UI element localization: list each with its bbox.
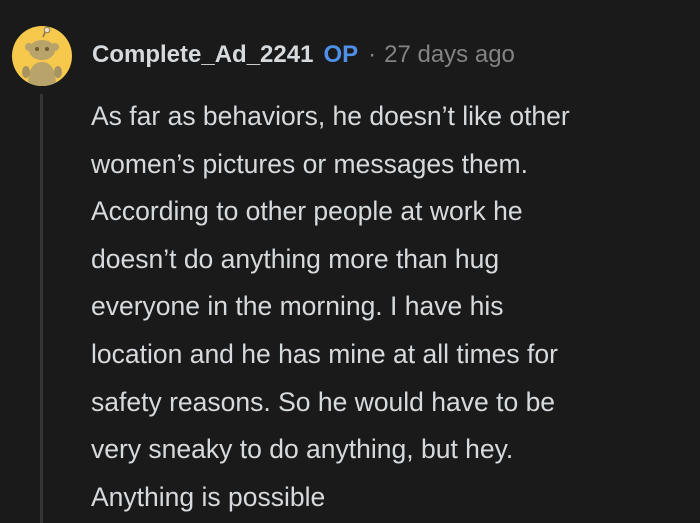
author-username[interactable]: Complete_Ad_2241 [92, 41, 313, 69]
comment: Complete_Ad_2241 OP · 27 days ago As far… [0, 0, 700, 523]
comment-body-line: According to other people at work he [91, 196, 523, 227]
thread-collapse-line[interactable] [40, 94, 43, 523]
comment-body-line: safety reasons. So he would have to be [91, 386, 556, 417]
separator-dot: · [368, 41, 377, 68]
comment-body-line: location and he has mine at all times fo… [91, 338, 558, 369]
comment-body: As far as behaviors, he doesn’t like oth… [91, 93, 691, 521]
comment-body-line: very sneaky to do anything, but hey. [91, 434, 514, 465]
snoo-avatar-icon[interactable] [12, 26, 72, 86]
comment-body-line: Anything is possible [91, 481, 326, 512]
comment-body-line: everyone in the morning. I have his [91, 291, 504, 322]
comment-body-line: women’s pictures or messages them. [91, 148, 528, 179]
timestamp[interactable]: 27 days ago [384, 41, 515, 69]
comment-body-line: doesn’t do anything more than hug [91, 243, 500, 274]
comment-body-line: As far as behaviors, he doesn’t like oth… [91, 101, 570, 131]
snoo-avatar-graphic [22, 26, 62, 86]
op-badge: OP [323, 41, 359, 68]
comment-header: Complete_Ad_2241 OP · 27 days ago [92, 38, 515, 72]
